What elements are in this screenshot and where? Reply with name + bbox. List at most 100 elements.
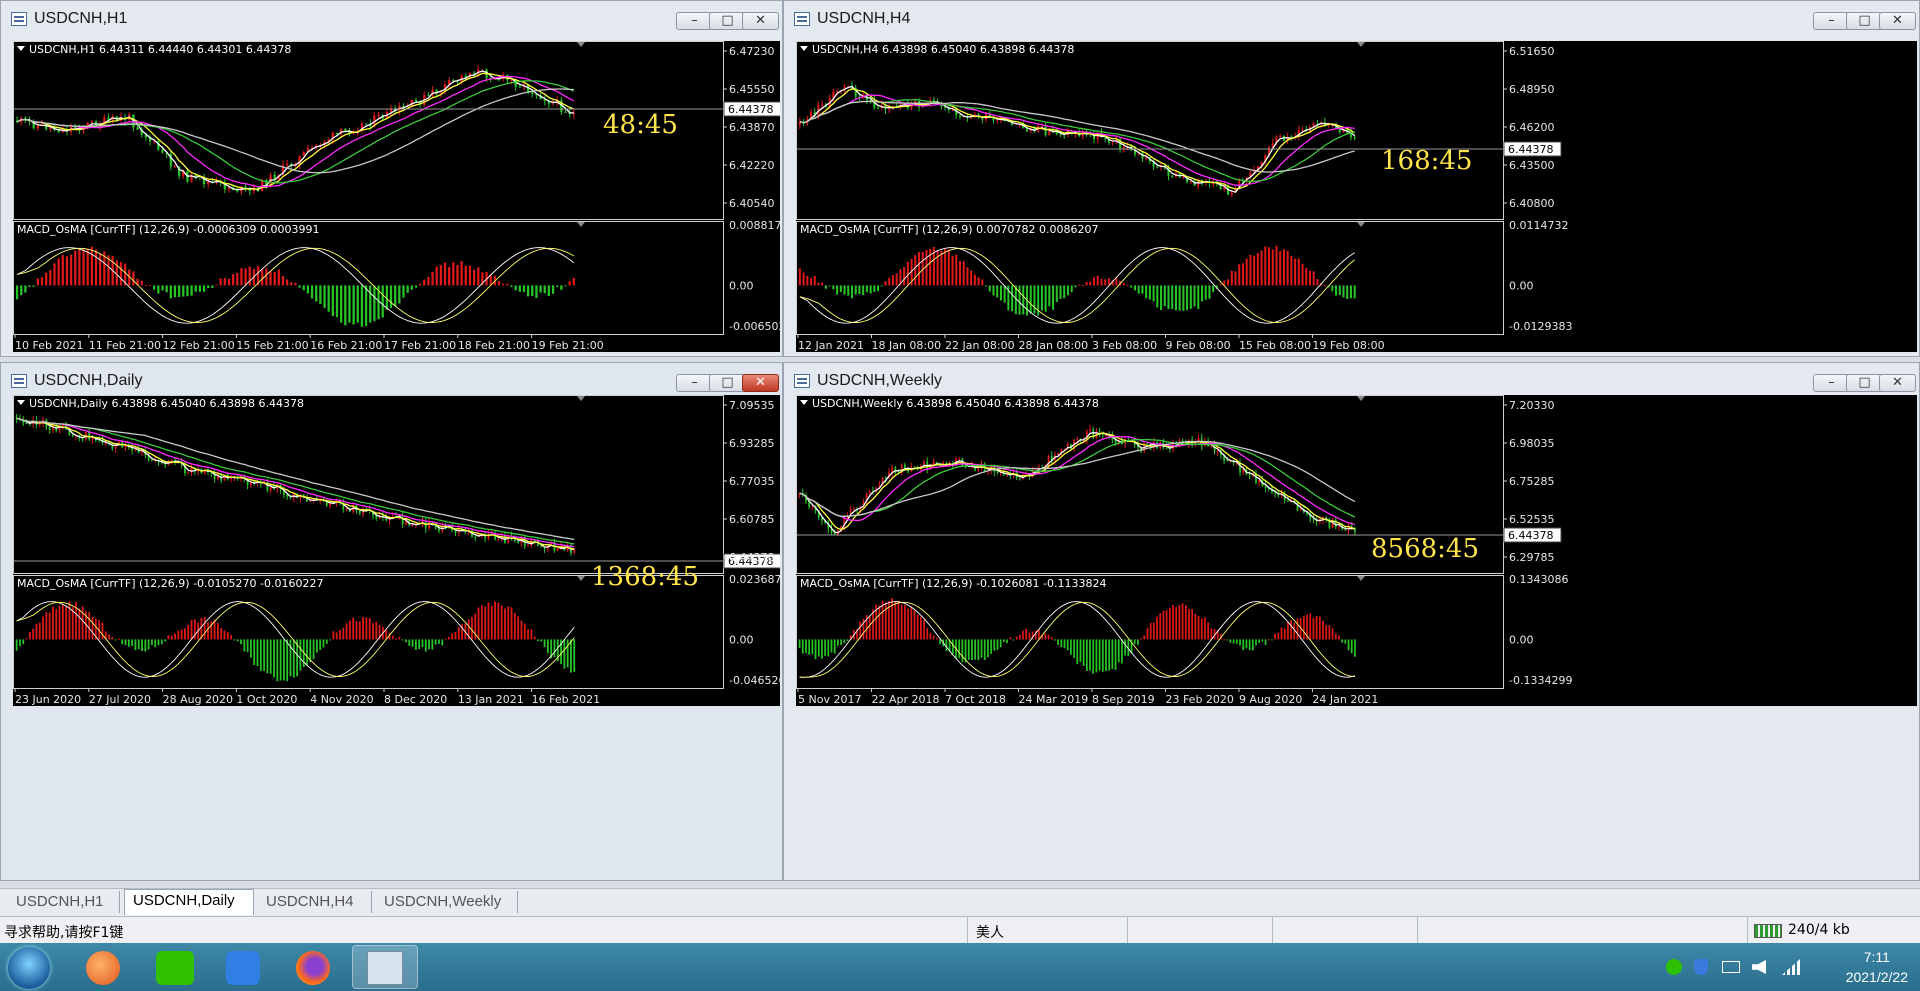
windows-start-icon[interactable]: [8, 947, 50, 989]
shield-icon[interactable]: [1694, 959, 1708, 975]
minimize-button[interactable]: –: [676, 374, 713, 392]
macd-histogram-bar: [325, 639, 328, 644]
macd-histogram-bar: [1040, 285, 1043, 311]
restore-button[interactable]: □: [709, 12, 746, 30]
macd-histogram-bar: [240, 639, 242, 645]
macd-histogram-bar: [348, 620, 351, 640]
chart-window-h4[interactable]: USDCNH,H4 – □ ✕ 6.44378 168:45 USDCNH,H4 6…: [783, 0, 1920, 357]
minimize-button[interactable]: –: [1813, 374, 1850, 392]
volume-icon[interactable]: [1752, 960, 1766, 974]
chart-tabs: USDCNH,H1 USDCNH,Daily USDCNH,H4 USDCNH,…: [0, 888, 1920, 917]
macd-histogram-bar: [24, 285, 27, 293]
macd-histogram-bar: [535, 285, 538, 298]
macd-histogram-bar: [1275, 245, 1278, 286]
macd-histogram-bar: [1189, 285, 1192, 309]
mt4-app[interactable]: [352, 945, 418, 989]
macd-histogram-bar: [115, 260, 118, 286]
macd-histogram-bar: [285, 279, 289, 286]
x-axis-label: 3 Feb 08:00: [1092, 339, 1157, 352]
candle-body: [474, 536, 477, 538]
macd-histogram-bar: [1274, 633, 1277, 640]
macd-histogram-bar: [828, 285, 831, 287]
macd-histogram-bar: [502, 283, 505, 286]
macd-histogram-bar: [494, 601, 496, 640]
macd-histogram-bar: [932, 635, 935, 640]
macd-histogram-bar: [1145, 285, 1148, 298]
macd-histogram-bar: [427, 277, 430, 286]
x-axis-label: 9 Feb 08:00: [1165, 339, 1230, 352]
chart-canvas[interactable]: 6.44378 1368:45 USDCNH,Daily 6.43898 6.450…: [13, 395, 780, 706]
macd-histogram-bar: [518, 285, 521, 292]
chart-canvas[interactable]: 6.44378 48:45 USDCNH,H1 6.44311 6.44440 6.…: [13, 41, 780, 352]
close-button[interactable]: ✕: [742, 12, 779, 30]
window-titlebar[interactable]: USDCNH,H1 – □ ✕: [1, 1, 782, 37]
macd-histogram-bar: [504, 608, 506, 640]
macd-histogram-bar: [1167, 285, 1170, 310]
minimize-button[interactable]: –: [1813, 12, 1850, 30]
macd-histogram-bar: [312, 639, 315, 660]
candle-body: [48, 426, 51, 430]
chart-canvas[interactable]: 6.44378 168:45 USDCNH,H4 6.43898 6.45040 6…: [796, 41, 1917, 352]
window-titlebar[interactable]: USDCNH,H4 – □ ✕: [784, 1, 1919, 37]
y-axis-label: 6.51650: [1509, 45, 1555, 58]
x-axis-label: 28 Jan 08:00: [1018, 339, 1088, 352]
chart-area[interactable]: 6.44378 8568:45 USDCNH,Weekly 6.43898 6.45…: [796, 395, 1917, 706]
chart-area[interactable]: 6.44378 1368:45 USDCNH,Daily 6.43898 6.450…: [13, 395, 780, 706]
macd-histogram-bar: [869, 285, 872, 294]
chart-window-daily[interactable]: USDCNH,Daily – □ ✕ 6.44378 1368:45 USDCNH,…: [0, 362, 783, 881]
macd-histogram-bar: [543, 639, 546, 648]
macd-histogram-bar: [862, 285, 865, 296]
chart-canvas[interactable]: 6.44378 8568:45 USDCNH,Weekly 6.43898 6.45…: [796, 395, 1917, 706]
close-button[interactable]: ✕: [1879, 12, 1916, 30]
chart-area[interactable]: 6.44378 48:45 USDCNH,H1 6.44311 6.44440 6.…: [13, 41, 780, 352]
window-titlebar[interactable]: USDCNH,Weekly – □ ✕: [784, 363, 1919, 399]
tab-usdcnh-daily[interactable]: USDCNH,Daily: [124, 889, 254, 915]
macd-histogram-bar: [19, 639, 21, 647]
tab-usdcnh-h1[interactable]: USDCNH,H1: [8, 891, 120, 913]
macd-histogram-bar: [958, 260, 961, 286]
macd-histogram-bar: [292, 639, 295, 678]
notes-app[interactable]: [212, 945, 276, 989]
tab-usdcnh-h4[interactable]: USDCNH,H4: [258, 891, 372, 913]
restore-button[interactable]: □: [1846, 374, 1883, 392]
restore-button[interactable]: □: [1846, 12, 1883, 30]
signal-icon[interactable]: [1782, 959, 1800, 975]
candle-body: [438, 528, 440, 532]
clock[interactable]: 7:11 2021/2/22: [1846, 947, 1908, 987]
wechat-tray-icon[interactable]: [1666, 959, 1682, 975]
macd-histogram-bar: [471, 617, 473, 640]
tab-usdcnh-weekly[interactable]: USDCNH,Weekly: [376, 891, 518, 913]
macd-histogram-bar: [929, 632, 932, 640]
chart-area[interactable]: 6.44378 168:45 USDCNH,H4 6.43898 6.45040 6…: [796, 41, 1917, 352]
macd-histogram-bar: [52, 606, 54, 640]
window-title: USDCNH,Daily: [34, 372, 143, 389]
network-icon[interactable]: [1722, 961, 1740, 973]
close-button[interactable]: ✕: [742, 374, 779, 392]
macd-histogram-bar: [1141, 285, 1144, 294]
macd-histogram-bar: [151, 639, 153, 646]
chart-window-weekly[interactable]: USDCNH,Weekly – □ ✕ 6.44378 8568:45 USDCNH…: [783, 362, 1920, 881]
macd-histogram-bar: [101, 622, 104, 640]
media-player-app[interactable]: [72, 945, 136, 989]
macd-histogram-bar: [223, 630, 226, 640]
restore-button[interactable]: □: [709, 374, 746, 392]
macd-histogram-bar: [1100, 278, 1103, 286]
macd-histogram-bar: [406, 285, 409, 293]
chart-window-icon: [794, 374, 810, 388]
macd-histogram-bar: [923, 620, 925, 640]
macd-histogram-bar: [410, 285, 413, 290]
macd-histogram-bar: [148, 285, 152, 287]
macd-histogram-bar: [170, 635, 173, 640]
wechat-app[interactable]: [144, 945, 208, 989]
candle-body: [1312, 518, 1315, 520]
close-button[interactable]: ✕: [1879, 374, 1916, 392]
minimize-button[interactable]: –: [676, 12, 713, 30]
macd-histogram-bar: [431, 639, 434, 650]
firefox-app[interactable]: [282, 945, 346, 989]
macd-histogram-bar: [522, 285, 526, 293]
chart-window-h1[interactable]: USDCNH,H1 – □ ✕ 6.44378 48:45 USDCNH,H1 6.…: [0, 0, 783, 357]
window-titlebar[interactable]: USDCNH,Daily – □ ✕: [1, 363, 782, 399]
candle-body: [104, 442, 107, 444]
macd-histogram-bar: [1349, 285, 1352, 299]
macd-histogram-bar: [1121, 639, 1123, 664]
